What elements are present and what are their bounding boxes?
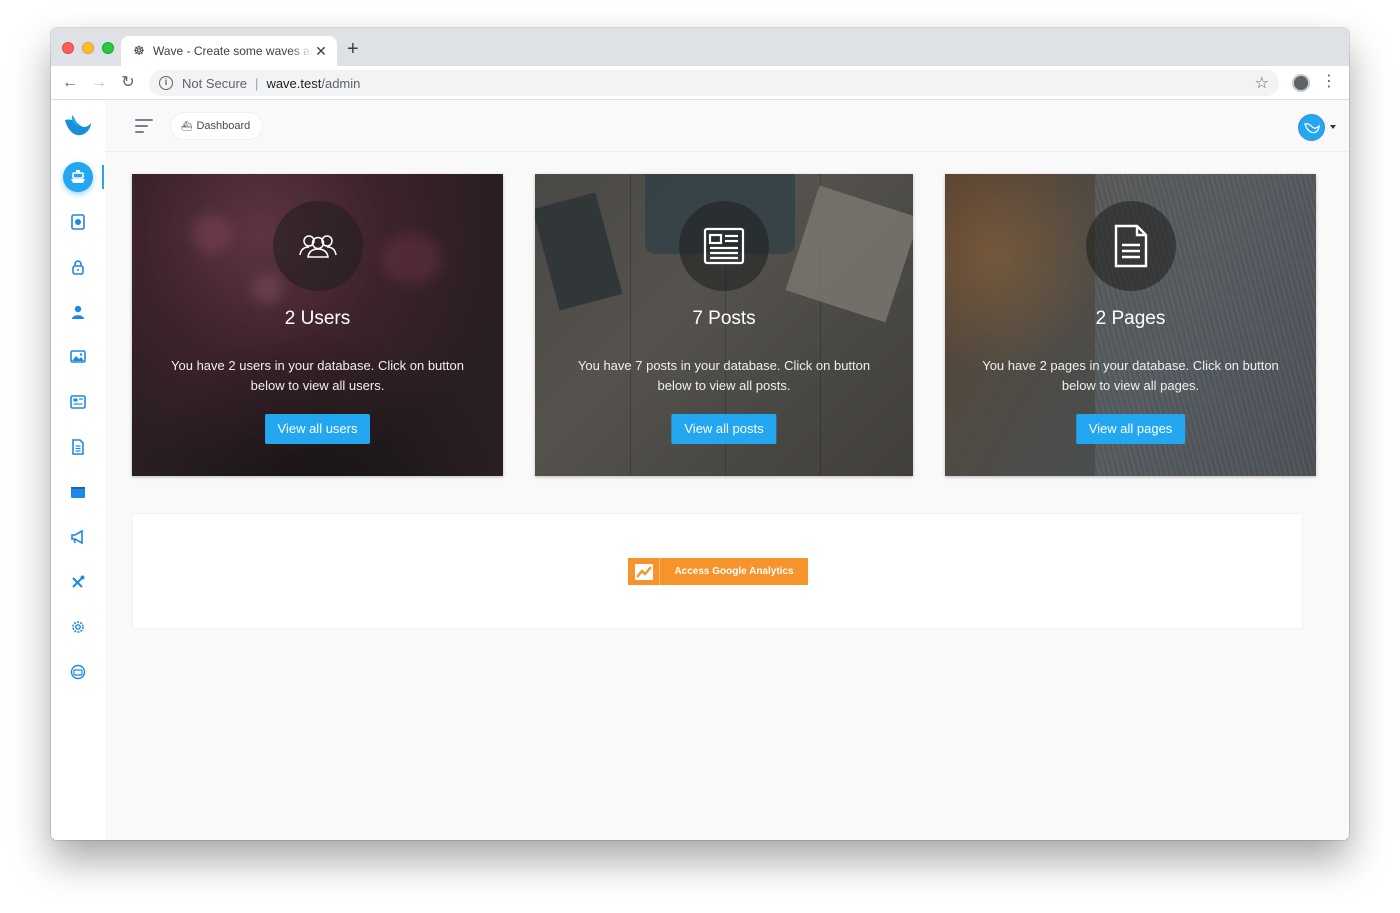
wave-logo-icon <box>1303 122 1320 133</box>
pages-description: You have 2 pages in your database. Click… <box>982 358 1279 393</box>
minimize-window-button[interactable] <box>82 42 94 54</box>
sidebar-item-images[interactable] <box>63 342 93 372</box>
lock-icon <box>72 260 84 275</box>
posts-count-heading: 7 Posts <box>692 308 756 329</box>
sidebar-item-settings[interactable] <box>63 612 93 642</box>
browser-toolbar: ← → ↻ i Not Secure | wave.test/admin ☆ ⋮ <box>51 66 1349 100</box>
active-indicator <box>102 165 104 189</box>
sidebar-item-posts[interactable] <box>63 387 93 417</box>
tab-strip: ☸ Wave - Create some waves and build you… <box>51 28 1349 66</box>
user-avatar[interactable] <box>1298 114 1325 141</box>
sidebar-item-users[interactable] <box>63 297 93 327</box>
browser-tab[interactable]: ☸ Wave - Create some waves and build you… <box>121 36 337 66</box>
sidebar <box>51 100 105 840</box>
sidebar-item-pages[interactable] <box>63 432 93 462</box>
info-icon[interactable]: i <box>159 76 173 90</box>
boat-icon <box>71 170 85 183</box>
analytics-panel: Access Google Analytics <box>132 513 1303 629</box>
url-host: wave.test <box>266 75 322 91</box>
view-all-pages-button[interactable]: View all pages <box>1075 414 1186 444</box>
sidebar-item-hooks[interactable] <box>63 657 93 687</box>
users-card: 2 Users You have 2 users in your databas… <box>132 174 503 476</box>
hamburger-menu-icon[interactable] <box>135 119 153 137</box>
security-label: Not Secure <box>182 75 248 91</box>
back-arrow-icon[interactable]: ← <box>59 72 81 94</box>
maximize-window-button[interactable] <box>102 42 114 54</box>
pages-card: 2 Pages You have 2 pages in your databas… <box>945 174 1316 476</box>
sidebar-item-categories[interactable] <box>63 477 93 507</box>
newspaper-icon <box>703 227 745 265</box>
breadcrumb[interactable]: ⛴ Dashboard <box>171 113 263 139</box>
admin-topbar: ⛴ Dashboard <box>105 100 1349 152</box>
view-all-posts-button[interactable]: View all posts <box>671 414 777 444</box>
news-icon <box>70 395 86 409</box>
wave-logo-icon[interactable] <box>64 114 92 140</box>
browser-window: ☸ Wave - Create some waves and build you… <box>51 28 1349 840</box>
address-bar[interactable]: i Not Secure | wave.test/admin ☆ <box>149 70 1279 96</box>
users-count-heading: 2 Users <box>284 308 351 329</box>
basket-icon <box>70 664 86 680</box>
boat-icon: ⛴ <box>181 120 193 131</box>
folder-icon <box>71 487 85 498</box>
url-separator: | <box>255 75 259 91</box>
forward-arrow-icon[interactable]: → <box>88 72 110 94</box>
sidebar-item-tools[interactable] <box>63 567 93 597</box>
breadcrumb-label: Dashboard <box>196 120 251 132</box>
document-icon <box>1114 224 1147 268</box>
bookmark-star-icon[interactable]: ☆ <box>1255 73 1269 93</box>
gear-icon <box>72 621 84 633</box>
tab-close-icon[interactable]: ✕ <box>313 43 329 60</box>
url-path: /admin <box>321 75 361 91</box>
view-all-users-button[interactable]: View all users <box>264 414 371 444</box>
posts-description: You have 7 posts in your database. Click… <box>577 358 871 393</box>
file-icon <box>72 439 84 455</box>
new-tab-button[interactable]: + <box>347 39 359 59</box>
access-google-analytics-button[interactable]: Access Google Analytics <box>628 558 808 585</box>
profile-avatar[interactable] <box>1292 74 1310 92</box>
users-icon-circle <box>272 201 363 291</box>
tools-icon <box>72 575 85 588</box>
sidebar-item-media[interactable] <box>63 207 93 237</box>
wheel-icon: ☸ <box>133 43 145 58</box>
person-icon <box>72 305 84 319</box>
pages-icon-circle <box>1085 201 1176 291</box>
users-description: You have 2 users in your database. Click… <box>171 358 464 393</box>
megaphone-icon <box>71 529 83 545</box>
close-window-button[interactable] <box>62 42 74 54</box>
posts-icon-circle <box>679 201 769 291</box>
photo-icon <box>71 214 85 230</box>
admin-app: ⛴ Dashboard 2 Users You have 2 users in … <box>51 100 1349 840</box>
user-menu-caret-icon[interactable] <box>1330 125 1336 129</box>
users-group-icon <box>298 235 337 258</box>
tab-title: Wave - Create some waves and build your … <box>153 44 313 58</box>
chart-line-icon <box>628 558 660 585</box>
images-icon <box>70 350 86 363</box>
reload-icon[interactable]: ↻ <box>117 72 139 94</box>
sidebar-item-dashboard[interactable] <box>63 162 93 192</box>
posts-card: 7 Posts You have 7 posts in your databas… <box>535 174 913 476</box>
sidebar-item-announcements[interactable] <box>63 522 93 552</box>
access-google-analytics-label: Access Google Analytics <box>674 566 794 577</box>
sidebar-item-roles[interactable] <box>63 252 93 282</box>
menu-kebab-icon[interactable]: ⋮ <box>1321 71 1337 91</box>
pages-count-heading: 2 Pages <box>1095 308 1166 329</box>
